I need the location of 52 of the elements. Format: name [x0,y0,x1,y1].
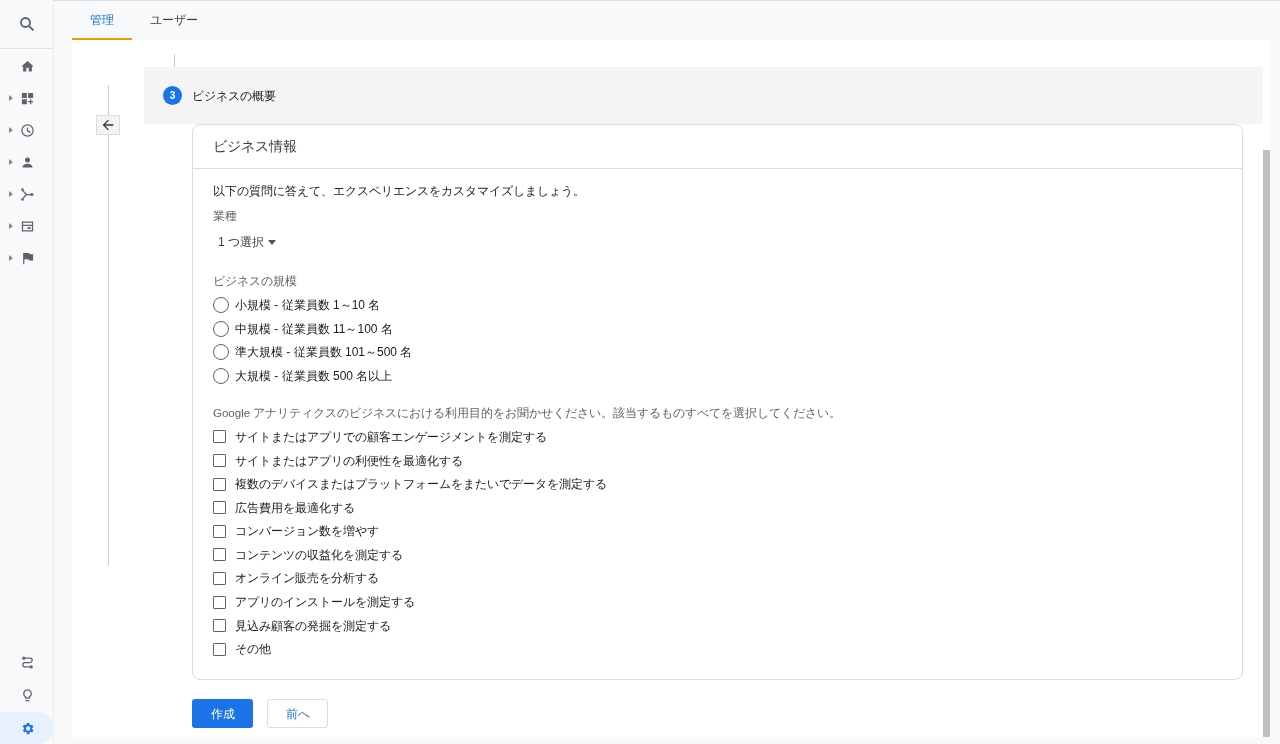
clock-icon [19,122,35,138]
caret-icon [9,223,13,229]
back-arrow-icon [100,117,116,133]
checkbox[interactable] [213,430,226,444]
checkbox[interactable] [213,572,226,585]
checkbox-label: 複数のデバイスまたはプラットフォームをまたいでデータを測定する [235,476,607,494]
branch-icon [19,186,35,202]
radio-label: 小規模 - 従業員数 1～10 名 [235,297,381,315]
tab[interactable]: ユーザー [132,1,216,40]
dashboard-icon [19,90,35,106]
checkbox[interactable] [213,642,226,656]
caret-icon [9,95,13,101]
checkbox[interactable] [213,548,226,562]
search-icon [18,15,36,33]
step-number: 3 [163,86,182,105]
checkbox-label: コンバージョン数を増やす [235,523,379,541]
caret-icon [9,255,13,261]
checkbox-label: アプリのインストールを測定する [235,594,415,612]
scrollbar[interactable] [1263,150,1270,737]
radio-label: 中規模 - 従業員数 11～100 名 [235,320,393,338]
checkbox[interactable] [213,477,226,491]
step-title: ビジネスの概要 [192,87,276,105]
checkbox[interactable] [213,595,226,609]
checkbox-label: サイトまたはアプリでの顧客エンゲージメントを測定する [235,428,547,446]
checkbox-label: コンテンツの収益化を測定する [235,546,403,564]
question-text: Google アナリティクスのビジネスにおける利用目的をお聞かせください。該当するものすべてを選択してください。 [213,405,843,421]
field-label: 業種 [213,209,238,224]
radio-label: 大規模 - 従業員数 500 名以上 [235,368,393,386]
caret-icon [9,127,13,133]
caret-icon [9,191,13,197]
checkbox-label: オンライン販売を分析する [235,570,379,588]
back-button[interactable] [96,115,120,135]
checkbox-label: 広告費用を最適化する [235,499,355,517]
checkbox[interactable] [213,524,226,538]
checkbox-label: その他 [235,641,271,659]
checkbox[interactable] [213,454,226,467]
radio-label: 準大規模 - 従業員数 101～500 名 [235,344,413,362]
checkbox[interactable] [213,501,226,515]
card-title: ビジネス情報 [193,125,1242,169]
home-icon [19,58,35,74]
create-button[interactable]: 作成 [192,699,253,729]
caret-icon [9,159,13,165]
back-button[interactable]: 前へ [267,699,328,729]
checkbox-label: サイトまたはアプリの利便性を最適化する [235,452,463,470]
dropdown-caret-icon [268,239,276,245]
field-label: ビジネスの規模 [213,274,298,290]
intro-text: 以下の質問に答えて、エクスペリエンスをカスタマイズしましょう。 [213,183,586,200]
checkbox[interactable] [213,619,226,633]
checkbox-label: 見込み顧客の発掘を測定する [235,617,391,635]
route-icon [19,654,35,670]
nav-button[interactable] [0,712,54,744]
industry-dropdown[interactable]: 1 つ選択 [213,233,281,252]
